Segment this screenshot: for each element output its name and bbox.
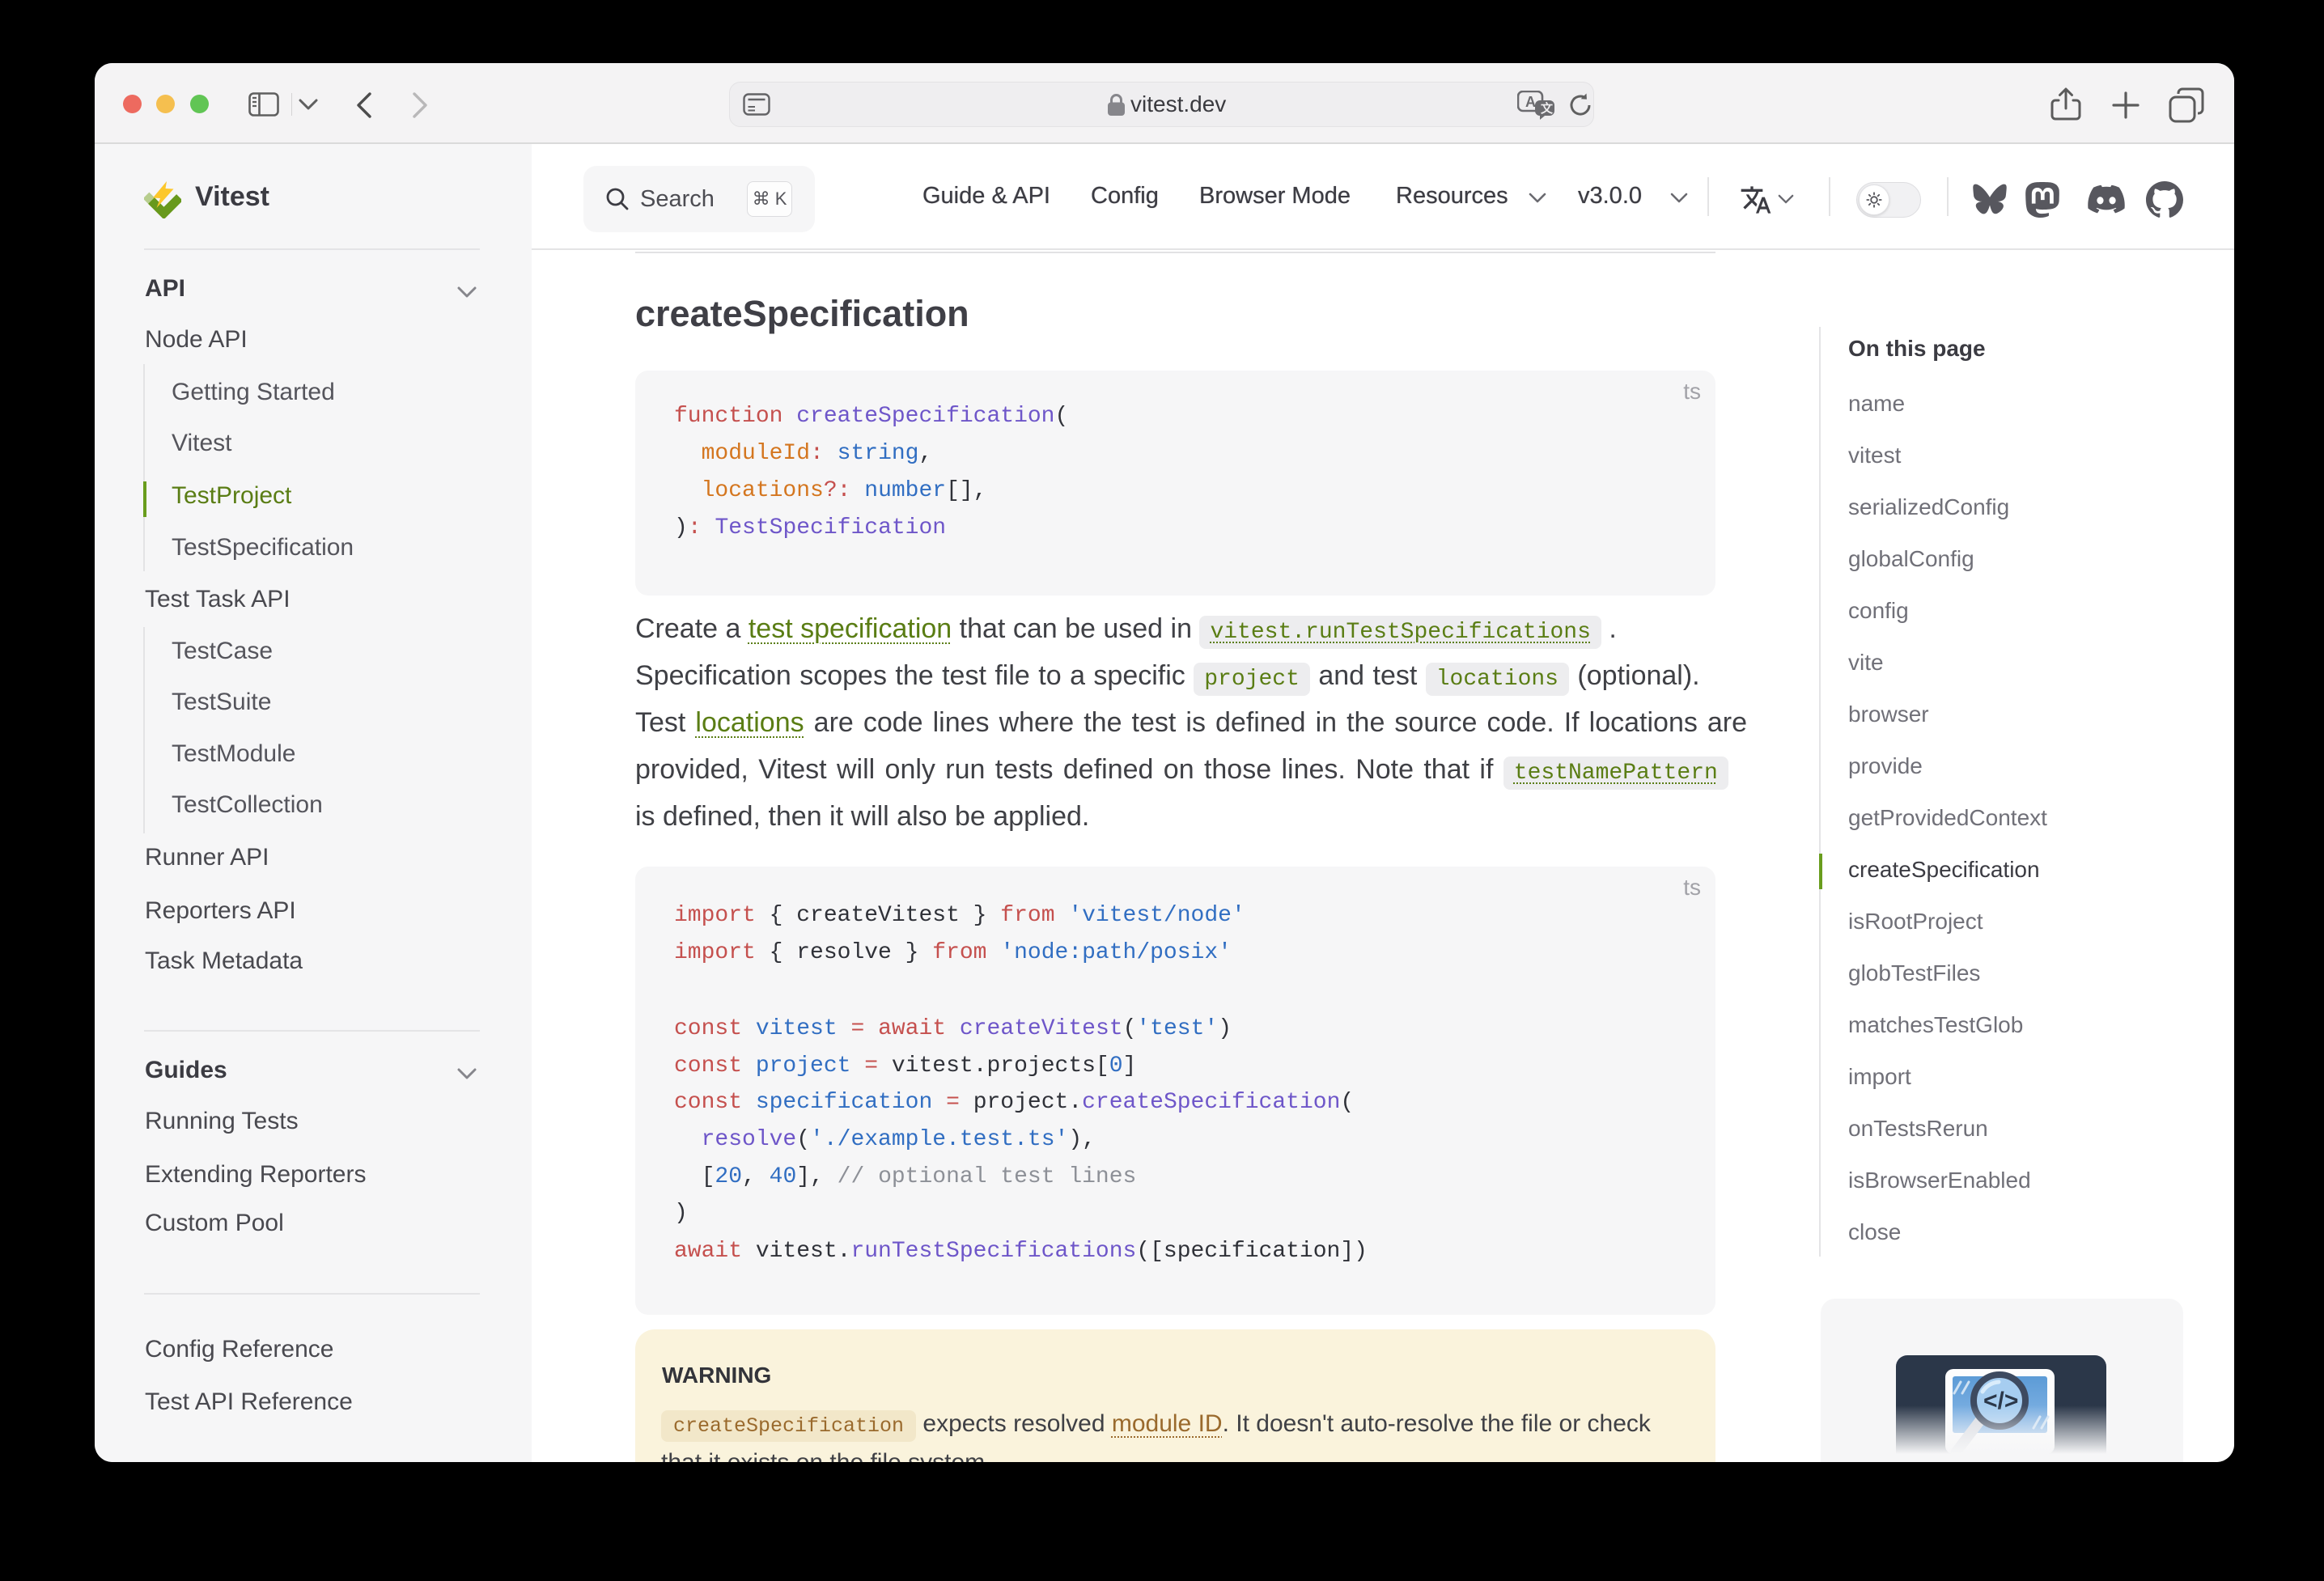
svg-text:A: A bbox=[1525, 94, 1536, 110]
svg-text:文: 文 bbox=[1541, 101, 1554, 116]
